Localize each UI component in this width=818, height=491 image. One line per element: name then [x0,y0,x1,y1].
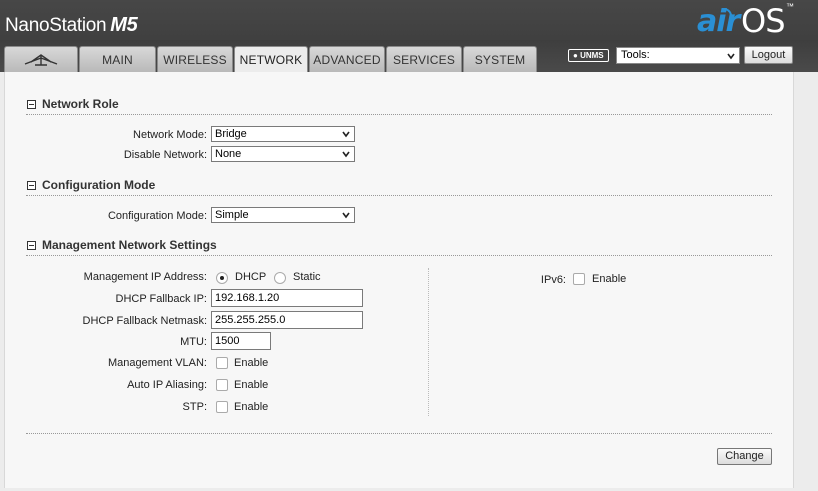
column-divider [428,268,429,416]
change-button[interactable]: Change [717,448,772,465]
management-vlan-checkbox[interactable] [216,357,228,369]
logout-button[interactable]: Logout [744,46,793,64]
airos-logo: air OS ™ [697,2,797,40]
auto-ip-aliasing-checkbox[interactable] [216,379,228,391]
dhcp-radio-label: DHCP [235,271,267,283]
product-name: NanoStation M5 [5,14,138,37]
chevron-down-icon [727,53,735,60]
section-title: Configuration Mode [42,178,156,192]
stp-enable-label: Enable [234,401,269,413]
product-model: M5 [110,14,138,36]
tab-services[interactable]: SERVICES [386,46,462,72]
network-mode-select[interactable]: Bridge [211,126,355,142]
section-title: Network Role [42,97,119,111]
section-network-role: Network Role [26,97,772,115]
section-configuration-mode: Configuration Mode [26,178,772,196]
fallback-ip-input[interactable]: 192.168.1.20 [211,289,363,307]
chevron-down-icon [342,151,350,158]
tools-select[interactable]: Tools: [616,47,740,64]
mtu-label: MTU: [180,336,207,348]
configuration-mode-value: Simple [215,209,249,221]
collapse-toggle-icon[interactable] [27,100,36,109]
section-management-network: Management Network Settings [26,238,772,256]
tab-system[interactable]: SYSTEM [463,46,537,72]
configuration-mode-select[interactable]: Simple [211,207,355,223]
dhcp-radio[interactable] [216,272,228,284]
bottom-divider [26,433,772,434]
logo-trademark: ™ [786,2,794,11]
section-title: Management Network Settings [42,238,217,252]
static-radio[interactable] [274,272,286,284]
collapse-toggle-icon[interactable] [27,241,36,250]
network-mode-value: Bridge [215,128,247,140]
fallback-netmask-label: DHCP Fallback Netmask: [82,315,208,327]
tab-advanced[interactable]: ADVANCED [309,46,385,72]
disable-network-label: Disable Network: [123,149,207,161]
auto-ip-aliasing-enable-label: Enable [234,379,269,391]
ipv6-enable-label: Enable [592,273,627,285]
configuration-mode-label: Configuration Mode: [107,210,207,222]
tools-select-value: Tools: [621,49,650,61]
auto-ip-aliasing-label: Auto IP Aliasing: [127,379,207,391]
ipv6-checkbox[interactable] [573,273,585,285]
disable-network-select[interactable]: None [211,146,355,162]
fallback-netmask-input[interactable]: 255.255.255.0 [211,311,363,329]
stp-label: STP: [182,401,207,413]
fallback-ip-label: DHCP Fallback IP: [115,293,208,305]
stp-checkbox[interactable] [216,401,228,413]
tab-wireless[interactable]: WIRELESS [157,46,233,72]
ipv6-label: IPv6: [540,274,566,286]
tab-main[interactable]: MAIN [79,46,156,72]
ubiquiti-antenna-icon [24,53,58,66]
main-tabs: MAIN WIRELESS NETWORK ADVANCED SERVICES … [4,46,538,73]
management-vlan-enable-label: Enable [234,357,269,369]
network-mode-label: Network Mode: [133,129,207,141]
chevron-down-icon [342,131,350,138]
unms-button[interactable]: ● UNMS [568,49,609,62]
logo-air-text: air [697,4,740,39]
disable-network-value: None [215,148,242,160]
product-name-text: NanoStation [5,15,107,36]
mtu-input[interactable]: 1500 [211,332,271,350]
management-vlan-label: Management VLAN: [107,357,207,369]
logo-os-text: OS [741,2,785,40]
chevron-down-icon [342,212,350,219]
unms-label: UNMS [580,51,604,60]
collapse-toggle-icon[interactable] [27,181,36,190]
tab-ubiquiti-logo[interactable] [4,46,78,72]
management-ip-label: Management IP Address: [83,271,207,283]
static-radio-label: Static [293,271,321,283]
tab-network[interactable]: NETWORK [234,46,308,73]
